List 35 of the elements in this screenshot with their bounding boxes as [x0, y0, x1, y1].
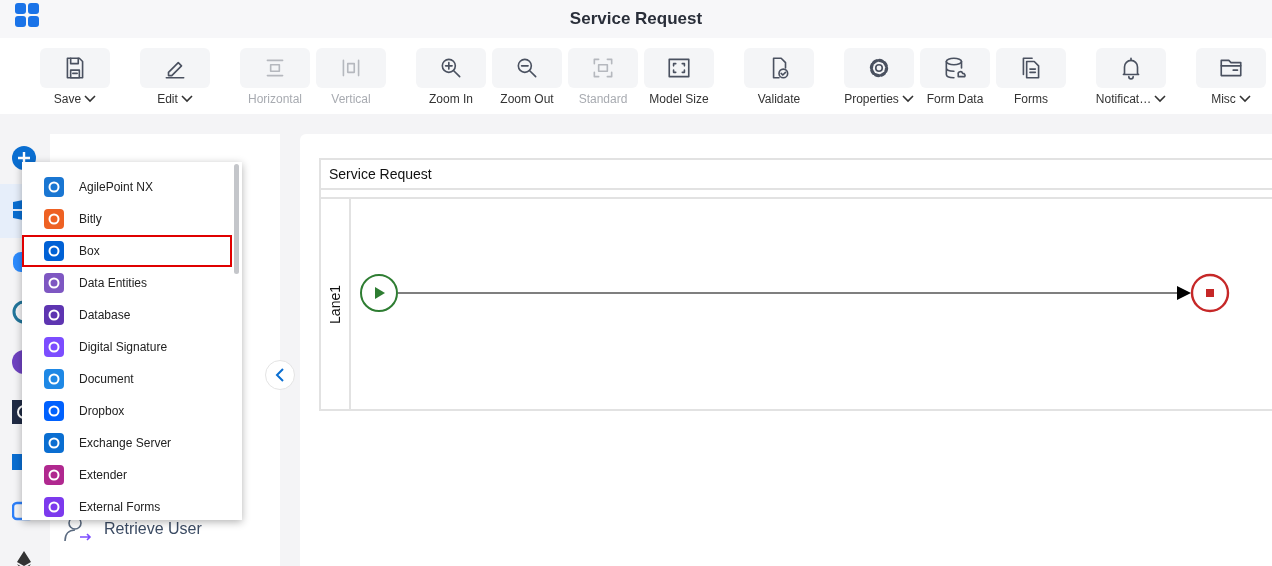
sequence-arrow[interactable]	[397, 286, 1191, 300]
ring-tile-icon	[44, 273, 64, 293]
menu-item[interactable]: AgilePoint NX	[22, 171, 232, 203]
menu-item[interactable]: Exchange Server	[22, 427, 232, 459]
lane-label: Lane1	[327, 284, 343, 324]
menu-item[interactable]: Digital Signature	[22, 331, 232, 363]
page-title: Service Request	[569, 9, 703, 29]
menu-item[interactable]: Extender	[22, 459, 232, 491]
caret-icon	[84, 95, 97, 103]
ring-tile-icon	[44, 401, 64, 421]
ring-tile-icon	[44, 241, 64, 261]
chevron-left-icon	[275, 368, 285, 382]
menu-item[interactable]: Bitly	[22, 203, 232, 235]
menu-item[interactable]: Document	[22, 363, 232, 395]
ring-tile-icon	[44, 369, 64, 389]
caret-icon	[901, 95, 914, 103]
pool-title: Service Request	[321, 160, 1272, 190]
ring-tile-icon	[44, 497, 64, 517]
end-event[interactable]	[1190, 273, 1230, 313]
scrollbar[interactable]	[234, 164, 239, 274]
ring-tile-icon	[44, 433, 64, 453]
ring-tile-icon	[44, 177, 64, 197]
caret-icon	[1154, 95, 1167, 103]
ring-tile-icon	[44, 337, 64, 357]
ring-tile-icon	[44, 465, 64, 485]
caret-icon	[1238, 95, 1251, 103]
ring-tile-icon	[44, 305, 64, 325]
menu-item[interactable]: Data Entities	[22, 267, 232, 299]
app-grid-icon[interactable]	[14, 2, 40, 28]
caret-icon	[180, 95, 193, 103]
start-event[interactable]	[360, 274, 398, 312]
menu-item[interactable]: Database	[22, 299, 232, 331]
menu-item[interactable]: Box	[22, 235, 232, 267]
ring-tile-icon	[44, 209, 64, 229]
menu-item[interactable]: Dropbox	[22, 395, 232, 427]
